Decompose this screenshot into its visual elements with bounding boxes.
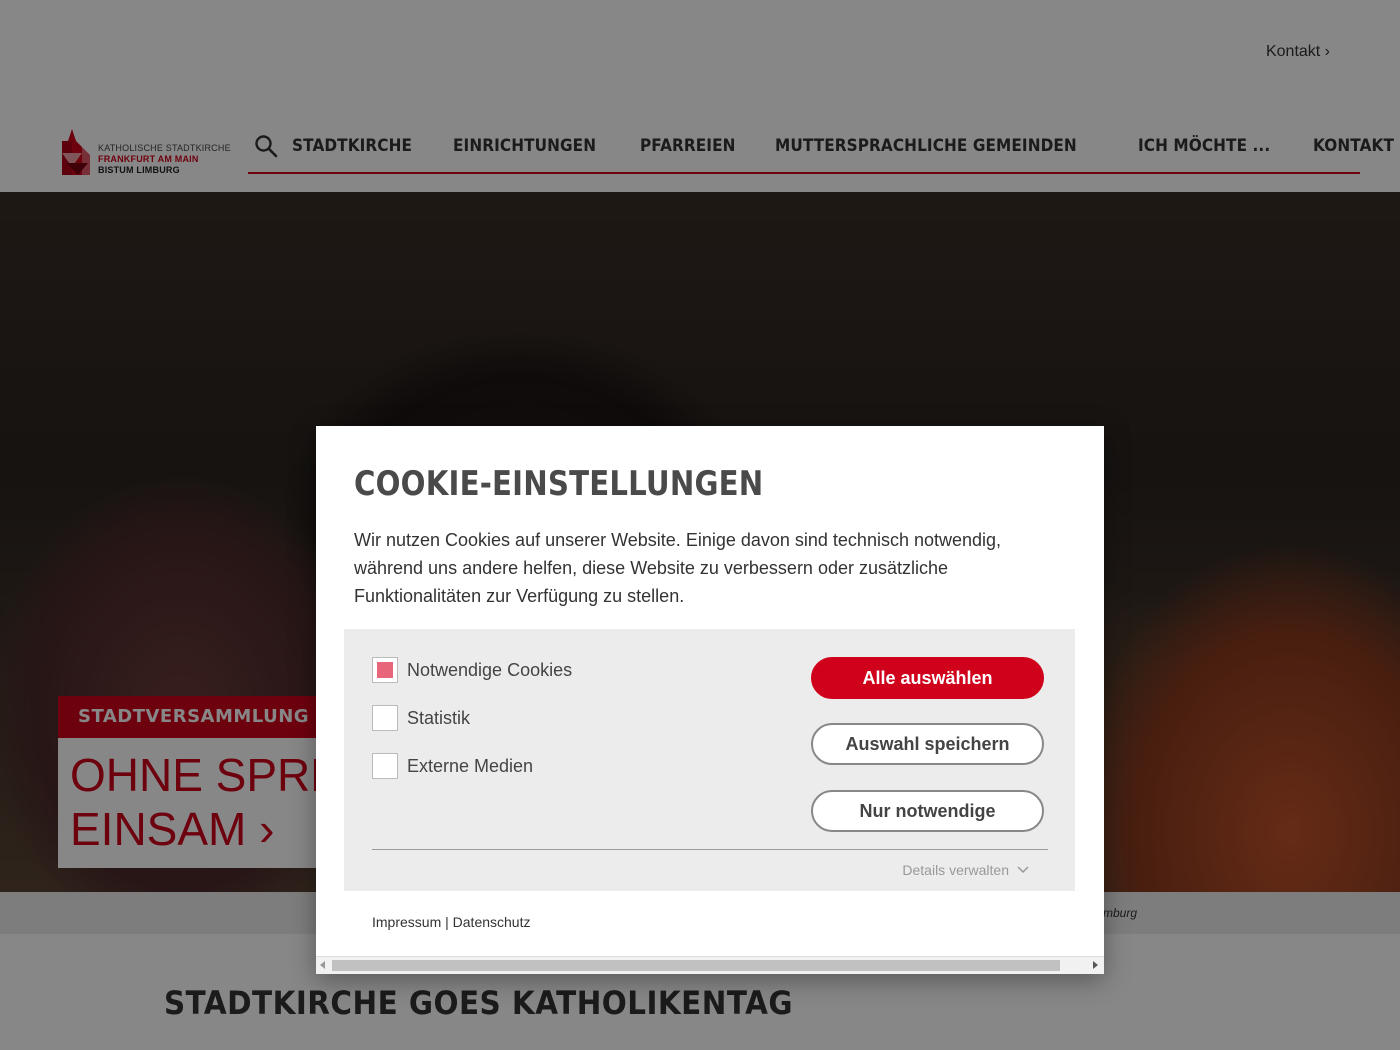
checkbox-notwendige-cookies[interactable] [372, 657, 398, 683]
datenschutz-link[interactable]: Datenschutz [453, 914, 531, 930]
option-label: Statistik [407, 707, 471, 728]
checkbox-statistik[interactable] [372, 705, 398, 731]
cookie-options-panel: Notwendige Cookies Statistik Externe Med… [344, 629, 1075, 891]
option-label: Notwendige Cookies [407, 659, 573, 680]
details-label: Details verwalten [902, 862, 1009, 878]
dialog-title: COOKIE-EINSTELLUNGEN [354, 464, 764, 504]
scroll-right-arrow-icon[interactable] [1093, 961, 1098, 969]
impressum-link[interactable]: Impressum [372, 914, 441, 930]
option-label: Externe Medien [407, 755, 534, 776]
checkbox-externe-medien[interactable] [372, 753, 398, 779]
dialog-description: Wir nutzen Cookies auf unserer Website. … [354, 530, 1002, 606]
dialog-footer-links: Impressum | Datenschutz [372, 914, 530, 930]
option-externe-medien[interactable]: Externe Medien [372, 753, 533, 779]
cookie-dialog: COOKIE-EINSTELLUNGEN Wir nutzen Cookies … [316, 426, 1104, 974]
scrollbar-thumb[interactable] [332, 960, 1060, 971]
option-notwendige-cookies[interactable]: Notwendige Cookies [372, 657, 572, 683]
option-statistik[interactable]: Statistik [372, 705, 470, 731]
checkbox-checked-mark [377, 662, 393, 678]
chevron-down-icon [1017, 866, 1029, 874]
horizontal-scrollbar[interactable] [316, 956, 1104, 974]
scroll-left-arrow-icon[interactable] [320, 961, 325, 969]
footer-separator: | [441, 914, 453, 930]
details-toggle[interactable]: Details verwalten [902, 862, 1029, 878]
panel-divider [372, 849, 1048, 850]
only-necessary-button[interactable]: Nur notwendige [811, 790, 1044, 832]
save-selection-button[interactable]: Auswahl speichern [811, 723, 1044, 765]
select-all-button[interactable]: Alle auswählen [811, 657, 1044, 699]
